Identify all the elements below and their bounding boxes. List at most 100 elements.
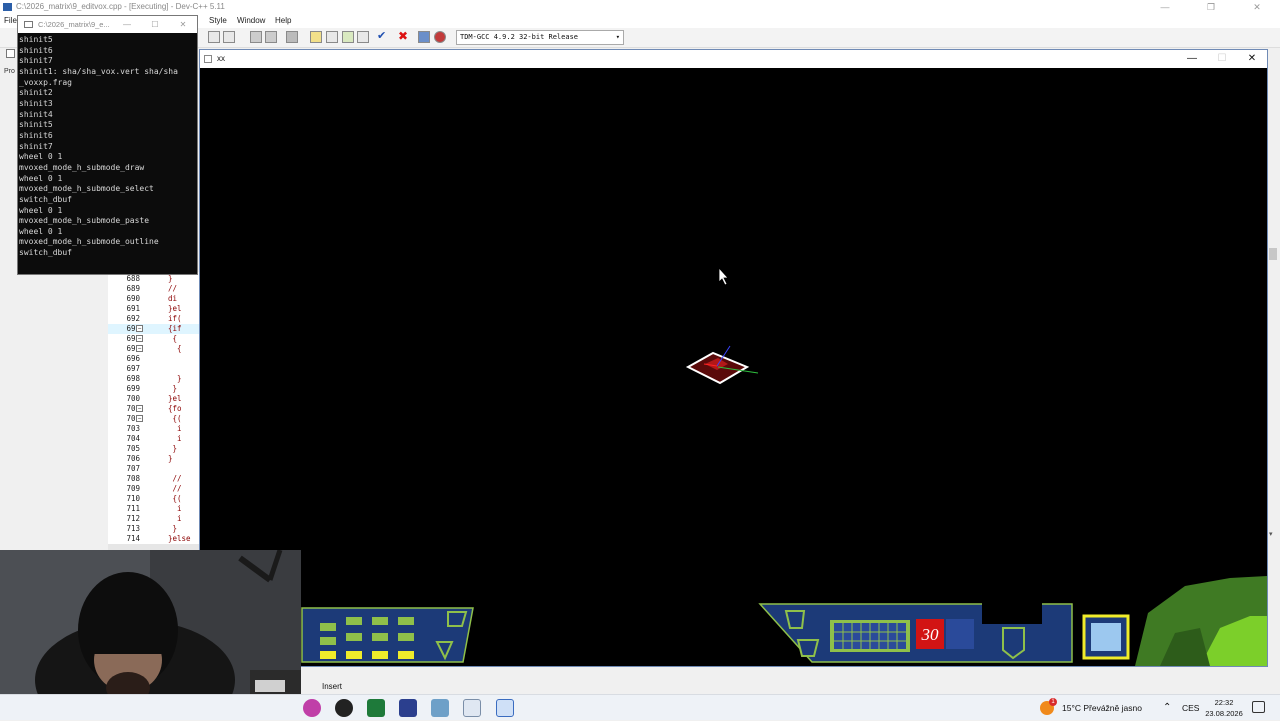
taskbar-app-icon[interactable] (367, 699, 385, 717)
code-line[interactable]: 714}else (108, 534, 200, 544)
console-close-button[interactable]: ✕ (169, 16, 197, 33)
taskbar-app-icon[interactable] (496, 699, 514, 717)
scrollbar-thumb[interactable] (1269, 248, 1277, 260)
taskbar-app-icon[interactable] (399, 699, 417, 717)
code-line[interactable]: 706} (108, 454, 200, 464)
fold-toggle-icon[interactable]: − (136, 345, 143, 352)
ide-vertical-scrollbar[interactable]: ▾ (1266, 68, 1280, 538)
notification-icon[interactable] (1252, 701, 1265, 713)
console-maximize-button[interactable]: ☐ (141, 16, 169, 33)
chevron-up-icon[interactable]: ⌃ (1163, 695, 1171, 721)
3d-viewport[interactable]: 30 (200, 68, 1267, 666)
game-window[interactable]: xx — ☐ ✕ 30 (199, 49, 1268, 667)
code-text: }else (168, 534, 191, 543)
toolbar-bookmark-icon[interactable] (286, 31, 298, 43)
fold-toggle-icon[interactable]: − (136, 335, 143, 342)
toolbar-tile-icon[interactable] (357, 31, 369, 43)
hud-slot[interactable] (398, 617, 414, 625)
voxel-cursor[interactable] (685, 345, 759, 385)
code-line[interactable]: 688} (108, 274, 200, 284)
code-line[interactable]: 709 // (108, 484, 200, 494)
code-line[interactable]: 701− {fo (108, 404, 200, 414)
code-line[interactable]: 693− {if (108, 324, 200, 334)
hud-emblem-icon[interactable] (1002, 627, 1025, 660)
code-line[interactable]: 712 i (108, 514, 200, 524)
code-line[interactable]: 697 (108, 364, 200, 374)
code-line[interactable]: 710 {( (108, 494, 200, 504)
hud-slot[interactable] (372, 633, 388, 641)
ide-close-button[interactable]: ✕ (1234, 0, 1280, 14)
code-line[interactable]: 695− { (108, 344, 200, 354)
toolbar-stop-icon[interactable]: ✖ (398, 30, 410, 43)
menu-style[interactable]: Style (209, 14, 227, 28)
toolbar-grid-icon[interactable] (310, 31, 322, 43)
console-window[interactable]: C:\2026_matrix\9_e... — ☐ ✕ shinit5 shini… (17, 15, 198, 275)
hud-slot[interactable] (320, 623, 336, 631)
project-icon[interactable] (6, 49, 15, 58)
game-close-button[interactable]: ✕ (1237, 50, 1267, 68)
code-line[interactable]: 702− {( (108, 414, 200, 424)
hud-slot[interactable] (372, 651, 388, 659)
fold-toggle-icon[interactable]: − (136, 415, 143, 422)
code-line[interactable]: 696 (108, 354, 200, 364)
console-minimize-button[interactable]: — (113, 16, 141, 33)
menu-window[interactable]: Window (237, 14, 265, 28)
code-line[interactable]: 690 di (108, 294, 200, 304)
taskbar-app-icon[interactable] (463, 699, 481, 717)
taskbar-clock[interactable]: 22:32 23.08.2026 (1196, 697, 1252, 719)
toolbar-table-icon[interactable] (342, 31, 354, 43)
taskbar-app-icon[interactable] (303, 699, 321, 717)
weather-text[interactable]: 15°C Převážně jasno (1062, 695, 1142, 721)
toolbar-redo-icon[interactable] (223, 31, 235, 43)
toolbar-debug-icon[interactable] (434, 31, 446, 43)
code-line[interactable]: 713 } (108, 524, 200, 534)
hud-shield-icon[interactable] (784, 610, 806, 629)
code-line[interactable]: 708 // (108, 474, 200, 484)
hud-empty-slot[interactable] (946, 619, 974, 649)
game-maximize-button[interactable]: ☐ (1207, 50, 1237, 68)
line-number: 708 (126, 474, 140, 483)
hud-slot[interactable] (398, 633, 414, 641)
toolbar-forward-icon[interactable] (265, 31, 277, 43)
project-tab-label[interactable]: Pro (4, 68, 15, 75)
scroll-down-icon[interactable]: ▾ (1269, 530, 1273, 538)
code-line[interactable]: 704 i (108, 434, 200, 444)
code-line[interactable]: 703 i (108, 424, 200, 434)
toolbar-chart-icon[interactable] (418, 31, 430, 43)
hud-slot[interactable] (320, 637, 336, 645)
code-line[interactable]: 699 } (108, 384, 200, 394)
taskbar-app-icon[interactable] (335, 699, 353, 717)
hud-slot[interactable] (320, 651, 336, 659)
compiler-select[interactable]: TDM-GCC 4.9.2 32-bit Release ▾ (456, 30, 624, 45)
fold-toggle-icon[interactable]: − (136, 405, 143, 412)
hud-slot[interactable] (372, 617, 388, 625)
taskbar-app-icon[interactable] (431, 699, 449, 717)
ide-minimize-button[interactable]: — (1142, 0, 1188, 14)
ide-maximize-button[interactable]: ❐ (1188, 0, 1234, 14)
code-line[interactable]: 692 if( (108, 314, 200, 324)
toolbar-window-icon[interactable] (326, 31, 338, 43)
code-line[interactable]: 698 } (108, 374, 200, 384)
code-line[interactable]: 689 // (108, 284, 200, 294)
hud-slot[interactable] (398, 651, 414, 659)
game-minimize-button[interactable]: — (1177, 50, 1207, 68)
menu-help[interactable]: Help (275, 14, 291, 28)
toolbar-undo-icon[interactable] (208, 31, 220, 43)
code-line[interactable]: 700}el (108, 394, 200, 404)
code-line[interactable]: 711 i (108, 504, 200, 514)
code-editor[interactable]: 688} 689//690 di 691}el 692 if(693− {if 694− {6… (108, 272, 200, 548)
code-line[interactable]: 694− { (108, 334, 200, 344)
code-line[interactable]: 707 (108, 464, 200, 474)
hud-tool-icon[interactable] (447, 611, 468, 627)
toolbar-back-icon[interactable] (250, 31, 262, 43)
hud-slot[interactable] (346, 617, 362, 625)
code-line[interactable]: 705 } (108, 444, 200, 454)
fold-toggle-icon[interactable]: − (136, 325, 143, 332)
line-number: 696 (126, 354, 140, 363)
hud-slot[interactable] (346, 633, 362, 641)
toolbar-check-icon[interactable]: ✔ (377, 31, 389, 43)
code-line[interactable]: 691}el (108, 304, 200, 314)
menu-file[interactable]: File (4, 14, 17, 28)
hud-slot[interactable] (346, 651, 362, 659)
hud-doc-icon[interactable] (796, 639, 820, 657)
